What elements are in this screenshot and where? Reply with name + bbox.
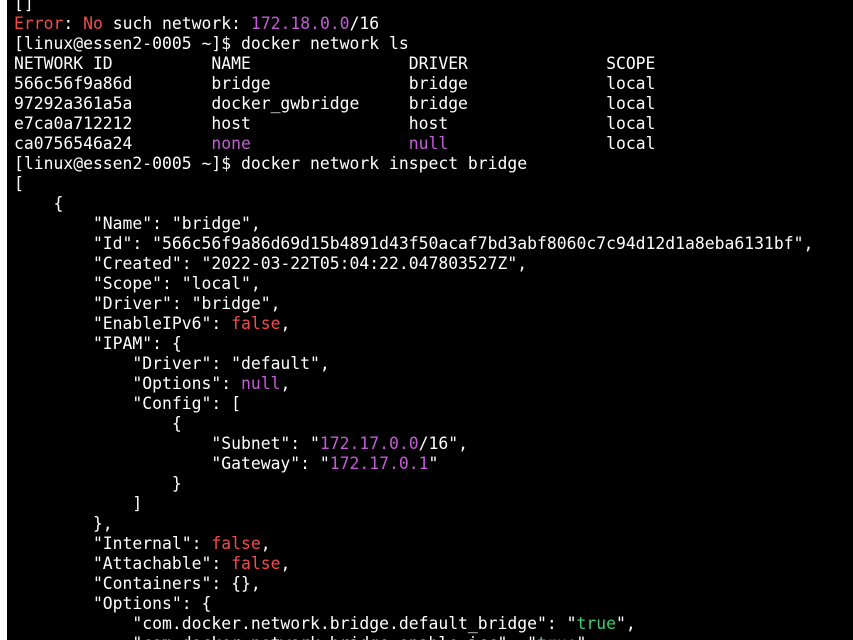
terminal-line: [	[14, 174, 813, 194]
terminal-text: "com.docker.network.bridge.default_bridg…	[14, 614, 577, 633]
terminal-line: 97292a361a5a docker_gwbridge bridge loca…	[14, 94, 813, 114]
terminal-line: }	[14, 474, 813, 494]
terminal-text: Error	[14, 14, 64, 33]
terminal-text: "Options":	[14, 374, 241, 393]
terminal-text: 97292a361a5a docker_gwbridge bridge loca…	[14, 94, 656, 113]
terminal-output: [] Error: No such network: 172.18.0.0/16[…	[14, 0, 813, 640]
terminal-text: ]	[14, 494, 143, 513]
terminal-text: "IPAM": {	[14, 334, 182, 353]
terminal-text: },	[14, 514, 113, 533]
terminal-text: "Scope": "local",	[14, 274, 261, 293]
terminal-text: []	[14, 0, 34, 13]
terminal-text: 172.17.0.1	[329, 454, 429, 473]
terminal-text: "Containers": {},	[14, 574, 261, 593]
terminal-line: [linux@essen2-0005 ~]$ docker network in…	[14, 154, 813, 174]
terminal-text: "EnableIPv6":	[14, 314, 232, 333]
terminal-text: ,	[260, 534, 271, 553]
terminal-text: /16",	[418, 434, 468, 453]
terminal-text: such network:	[102, 14, 251, 33]
terminal-window[interactable]: [] Error: No such network: 172.18.0.0/16[…	[7, 0, 853, 640]
terminal-line: "Name": "bridge",	[14, 214, 813, 234]
terminal-line: "Driver": "default",	[14, 354, 813, 374]
terminal-text: "Config": [	[14, 394, 241, 413]
terminal-text: 172.17.0.0	[319, 434, 419, 453]
terminal-text: [linux@essen2-0005 ~]$ docker network in…	[14, 154, 528, 173]
terminal-text: "com.docker.network.bridge.enable_icc": …	[14, 634, 537, 640]
terminal-line: "Created": "2022-03-22T05:04:22.04780352…	[14, 254, 813, 274]
terminal-text: "Created": "2022-03-22T05:04:22.04780352…	[14, 254, 528, 273]
terminal-line: "Driver": "bridge",	[14, 294, 813, 314]
terminal-line: e7ca0a712212 host host local	[14, 114, 813, 134]
terminal-text: "Name": "bridge",	[14, 214, 261, 233]
terminal-text: "Options": {	[14, 594, 212, 613]
terminal-line: "Options": {	[14, 594, 813, 614]
terminal-text: "Driver": "default",	[14, 354, 330, 373]
terminal-text: No	[83, 14, 103, 33]
terminal-text: [	[14, 174, 24, 193]
terminal-line: "com.docker.network.bridge.default_bridg…	[14, 614, 813, 634]
terminal-line: "Id": "566c56f9a86d69d15b4891d43f50acaf7…	[14, 234, 813, 254]
terminal-line: {	[14, 414, 813, 434]
terminal-line: "Scope": "local",	[14, 274, 813, 294]
terminal-line: ca0756546a24 none null local	[14, 134, 813, 154]
terminal-text: :	[63, 14, 84, 33]
terminal-text: "Subnet": "	[14, 434, 320, 453]
terminal-text: true	[537, 634, 576, 640]
terminal-line: 566c56f9a86d bridge bridge local	[14, 74, 813, 94]
terminal-text: {	[14, 194, 64, 213]
terminal-line: "com.docker.network.bridge.enable_icc": …	[14, 634, 813, 640]
terminal-line: },	[14, 514, 813, 534]
terminal-text: ",	[577, 634, 597, 640]
terminal-text: NETWORK ID NAME DRIVER SCOPE	[14, 54, 656, 73]
terminal-text: ",	[615, 614, 636, 633]
terminal-text: "Gateway": "	[14, 454, 330, 473]
terminal-line: NETWORK ID NAME DRIVER SCOPE	[14, 54, 813, 74]
terminal-text: false	[211, 534, 261, 553]
terminal-text: local	[448, 134, 656, 153]
terminal-text: null	[240, 374, 281, 393]
terminal-text: 566c56f9a86d bridge bridge local	[14, 74, 656, 93]
terminal-line: "Subnet": "172.17.0.0/16",	[14, 434, 813, 454]
terminal-line: {	[14, 194, 813, 214]
terminal-text: ca0756546a24	[14, 134, 212, 153]
terminal-line: ]	[14, 494, 813, 514]
terminal-text: none	[211, 134, 251, 153]
terminal-line: [linux@essen2-0005 ~]$ docker network ls	[14, 34, 813, 54]
terminal-text: ,	[280, 374, 291, 393]
terminal-text: "Internal":	[14, 534, 212, 553]
terminal-line: []	[14, 0, 813, 14]
terminal-line: "Attachable": false,	[14, 554, 813, 574]
terminal-line: "Containers": {},	[14, 574, 813, 594]
terminal-text: "Id": "566c56f9a86d69d15b4891d43f50acaf7…	[14, 234, 814, 253]
terminal-text: ,	[280, 554, 291, 573]
terminal-text: "	[428, 454, 439, 473]
terminal-line: "Internal": false,	[14, 534, 813, 554]
terminal-text: true	[576, 614, 616, 633]
terminal-text: false	[231, 554, 281, 573]
terminal-text: "Driver": "bridge",	[14, 294, 281, 313]
terminal-text: e7ca0a712212 host host local	[14, 114, 656, 133]
terminal-line: "EnableIPv6": false,	[14, 314, 813, 334]
terminal-line: "Config": [	[14, 394, 813, 414]
terminal-line: Error: No such network: 172.18.0.0/16	[14, 14, 813, 34]
terminal-text: false	[231, 314, 281, 333]
terminal-text: ,	[280, 314, 291, 333]
terminal-text: }	[14, 474, 182, 493]
terminal-text: 172.18.0.0	[250, 14, 350, 33]
terminal-text: {	[14, 414, 182, 433]
terminal-text: /16	[349, 14, 380, 33]
terminal-text: "Attachable":	[14, 554, 232, 573]
terminal-text: [linux@essen2-0005 ~]$ docker network ls	[14, 34, 409, 53]
terminal-line: "Options": null,	[14, 374, 813, 394]
terminal-line: "Gateway": "172.17.0.1"	[14, 454, 813, 474]
terminal-text: null	[408, 134, 449, 153]
terminal-line: "IPAM": {	[14, 334, 813, 354]
